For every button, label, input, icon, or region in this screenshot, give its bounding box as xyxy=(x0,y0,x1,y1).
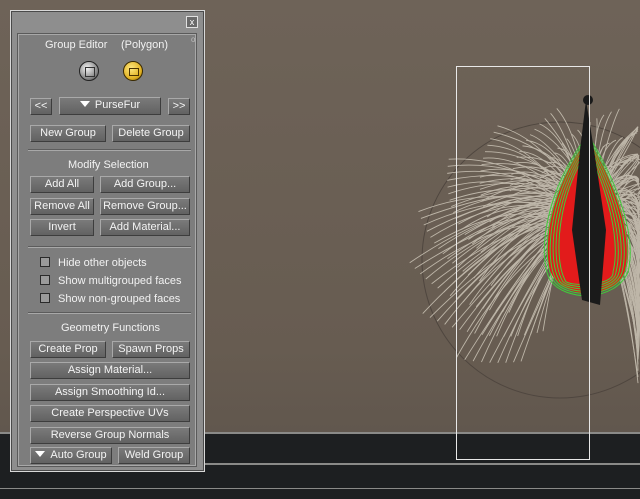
add-material-button[interactable]: Add Material... xyxy=(100,219,190,236)
divider xyxy=(28,312,191,314)
prev-group-button[interactable]: << xyxy=(30,98,52,115)
next-group-button[interactable]: >> xyxy=(168,98,190,115)
auto-group-label: Auto Group xyxy=(50,449,107,461)
add-group-button[interactable]: Add Group... xyxy=(100,176,190,193)
show-nongrouped-label: Show non-grouped faces xyxy=(58,293,181,305)
spawn-props-button[interactable]: Spawn Props xyxy=(112,341,190,358)
panel-corner-mark: o xyxy=(191,35,196,44)
auto-group-button[interactable]: Auto Group xyxy=(30,447,112,464)
divider xyxy=(28,246,191,248)
hide-other-objects-checkbox[interactable] xyxy=(40,257,50,267)
panel-mode: (Polygon) xyxy=(121,39,169,51)
close-button[interactable]: x xyxy=(186,16,198,28)
divider xyxy=(28,149,191,151)
assign-material-button[interactable]: Assign Material... xyxy=(30,362,190,379)
bounding-box xyxy=(456,66,590,460)
create-perspective-uvs-button[interactable]: Create Perspective UVs xyxy=(30,405,190,422)
group-select-dropdown[interactable]: PurseFur xyxy=(59,97,161,115)
group-name: PurseFur xyxy=(94,99,141,111)
new-group-button[interactable]: New Group xyxy=(30,125,106,142)
show-multigrouped-checkbox[interactable] xyxy=(40,275,50,285)
remove-group-button[interactable]: Remove Group... xyxy=(100,198,190,215)
weld-group-button[interactable]: Weld Group xyxy=(118,447,190,464)
polygon-select-icon[interactable] xyxy=(79,61,99,81)
assign-smoothing-button[interactable]: Assign Smoothing Id... xyxy=(30,384,190,401)
group-editor-panel[interactable]: x Group Editor (Polygon) o << PurseFur >… xyxy=(10,10,205,472)
modify-selection-heading: Modify Selection xyxy=(68,159,149,171)
invert-button[interactable]: Invert xyxy=(30,219,94,236)
chevron-down-icon xyxy=(79,101,90,107)
remove-all-button[interactable]: Remove All xyxy=(30,198,94,215)
add-all-button[interactable]: Add All xyxy=(30,176,94,193)
show-nongrouped-checkbox[interactable] xyxy=(40,293,50,303)
geometry-functions-heading: Geometry Functions xyxy=(61,322,161,334)
show-multigrouped-label: Show multigrouped faces xyxy=(58,275,182,287)
reverse-group-normals-button[interactable]: Reverse Group Normals xyxy=(30,427,190,444)
delete-group-button[interactable]: Delete Group xyxy=(112,125,190,142)
chevron-down-icon xyxy=(35,451,46,457)
hide-other-objects-label: Hide other objects xyxy=(58,257,147,269)
create-prop-button[interactable]: Create Prop xyxy=(30,341,106,358)
group-mode-icon[interactable] xyxy=(123,61,143,81)
panel-title: Group Editor xyxy=(45,39,108,51)
